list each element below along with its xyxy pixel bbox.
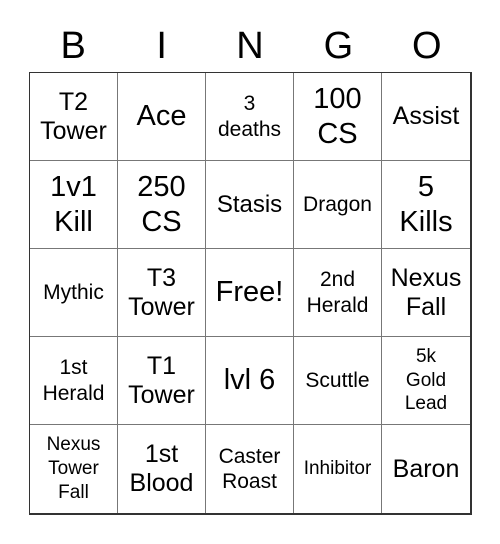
bingo-header: B I N G O	[29, 20, 471, 72]
bingo-cell[interactable]: 1st Herald	[30, 337, 118, 425]
bingo-cell[interactable]: 100 CS	[294, 73, 382, 161]
bingo-cell-label: 5 Kills	[399, 171, 453, 238]
bingo-cell[interactable]: Scuttle	[294, 337, 382, 425]
bingo-cell-label: Nexus Tower Fall	[46, 434, 101, 503]
bingo-cell-label: Scuttle	[305, 368, 370, 392]
bingo-cell[interactable]: 2nd Herald	[294, 249, 382, 337]
bingo-cell-label: Baron	[392, 454, 460, 483]
bingo-cell-label: 1v1 Kill	[50, 171, 97, 238]
bingo-cell[interactable]: Assist	[382, 73, 470, 161]
bingo-cell[interactable]: 1v1 Kill	[30, 161, 118, 249]
bingo-cell[interactable]: 250 CS	[118, 161, 206, 249]
bingo-cell[interactable]: Inhibitor	[294, 425, 382, 513]
bingo-cell[interactable]: T1 Tower	[118, 337, 206, 425]
bingo-cell-label: T3 Tower	[128, 263, 195, 321]
bingo-cell[interactable]: Dragon	[294, 161, 382, 249]
bingo-cell-label: Dragon	[303, 192, 372, 216]
bingo-cell[interactable]: 3 deaths	[206, 73, 294, 161]
bingo-cell-label: 1st Herald	[42, 356, 105, 405]
bingo-cell[interactable]: Nexus Fall	[382, 249, 470, 337]
bingo-cell-label: Assist	[392, 102, 460, 131]
bingo-cell-label: Free!	[215, 276, 284, 309]
bingo-cell-label: Stasis	[216, 190, 283, 218]
bingo-cell-free[interactable]: Free!	[206, 249, 294, 337]
bingo-cell[interactable]: Ace	[118, 73, 206, 161]
header-letter-i: I	[156, 25, 167, 67]
bingo-cell-label: Inhibitor	[303, 458, 372, 480]
header-letter-o: O	[412, 25, 442, 67]
bingo-cell[interactable]: Baron	[382, 425, 470, 513]
bingo-cell-label: Nexus Fall	[390, 263, 462, 321]
bingo-cell[interactable]: lvl 6	[206, 337, 294, 425]
header-letter-n: N	[236, 25, 264, 67]
header-letter-g: G	[323, 25, 354, 67]
bingo-cell-label: 1st Blood	[129, 440, 194, 497]
bingo-board: T2 Tower Ace 3 deaths 100 CS Assist 1v1 Kill 2…	[29, 72, 472, 515]
bingo-cell[interactable]: Caster Roast	[206, 425, 294, 513]
bingo-cell-label: Mythic	[43, 280, 104, 304]
header-letter-b: B	[60, 25, 86, 67]
bingo-cell[interactable]: Stasis	[206, 161, 294, 249]
bingo-cell-label: Ace	[136, 100, 187, 133]
bingo-cell-label: lvl 6	[223, 364, 276, 397]
bingo-cell[interactable]: 1st Blood	[118, 425, 206, 513]
bingo-cell[interactable]: Nexus Tower Fall	[30, 425, 118, 513]
bingo-cell-label: T1 Tower	[128, 351, 195, 409]
bingo-cell[interactable]: Mythic	[30, 249, 118, 337]
bingo-cell-label: Caster Roast	[218, 444, 281, 493]
bingo-cell[interactable]: 5 Kills	[382, 161, 470, 249]
bingo-cell-label: 250 CS	[137, 171, 186, 238]
bingo-cell[interactable]: 5k Gold Lead	[382, 337, 470, 425]
bingo-cell-label: T2 Tower	[40, 87, 107, 145]
bingo-cell-label: 2nd Herald	[306, 268, 369, 317]
bingo-cell-label: 5k Gold Lead	[404, 345, 448, 415]
bingo-cell[interactable]: T3 Tower	[118, 249, 206, 337]
bingo-cell-label: 100 CS	[313, 83, 362, 150]
bingo-cell[interactable]: T2 Tower	[30, 73, 118, 161]
bingo-cell-label: 3 deaths	[217, 92, 282, 141]
